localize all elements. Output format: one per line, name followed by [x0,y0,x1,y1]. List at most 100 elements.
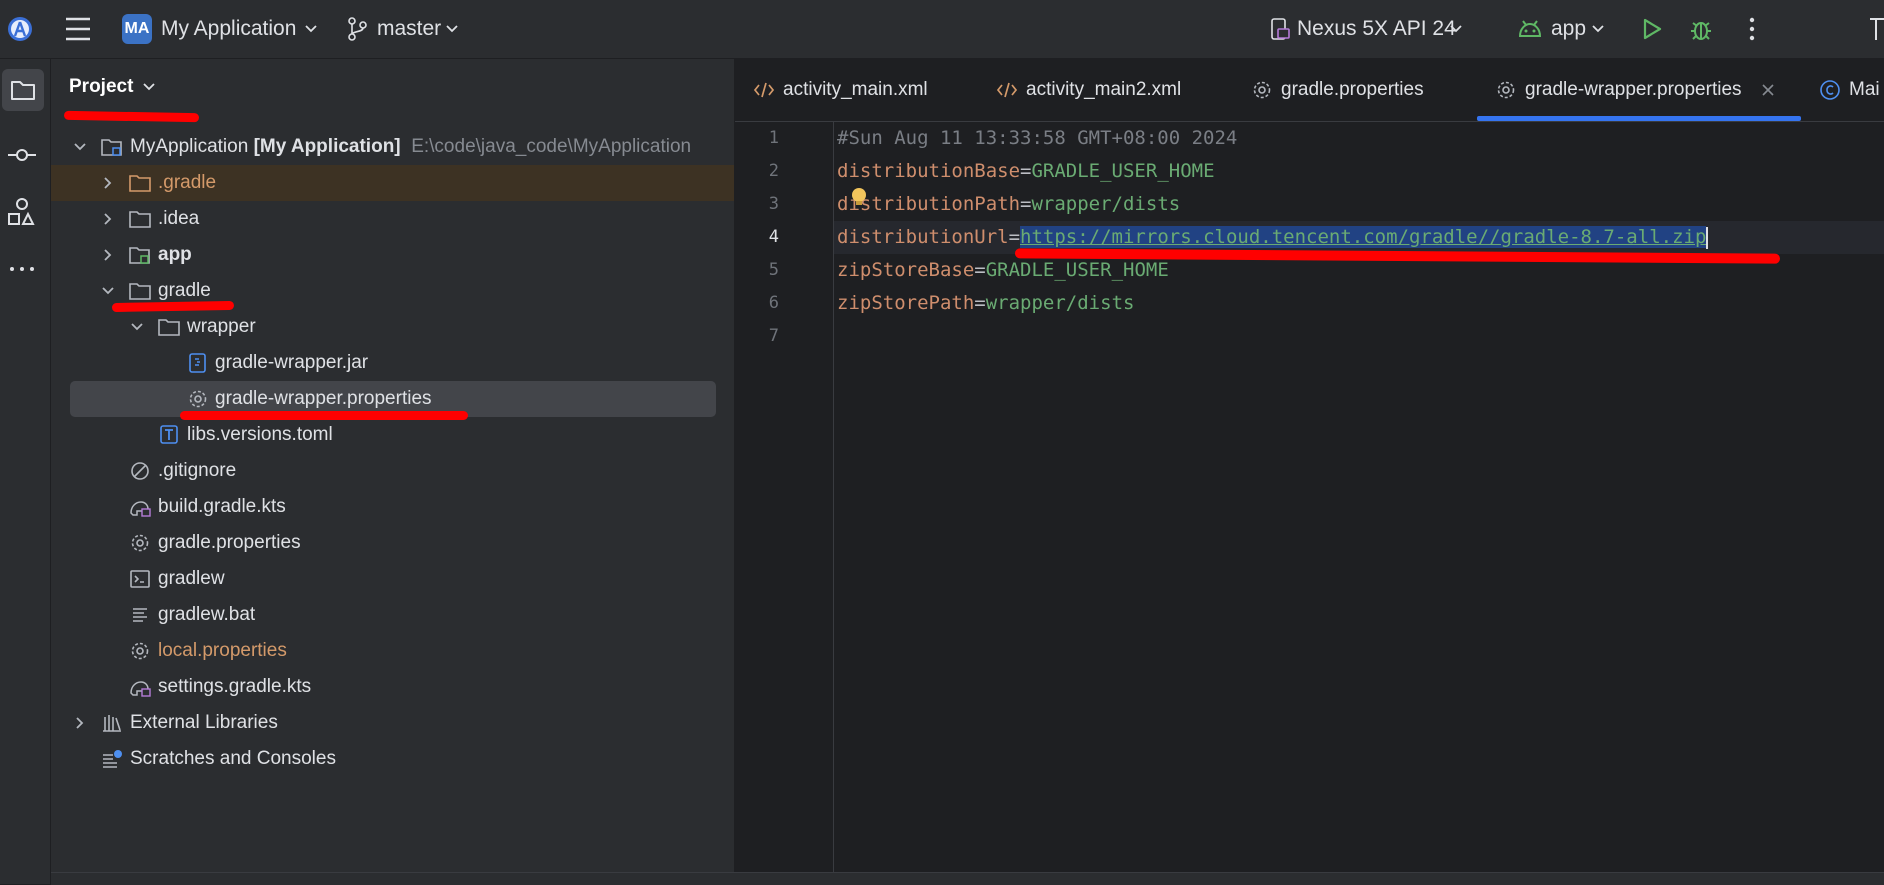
tree-label: .idea [158,208,200,229]
property-value-url[interactable]: https://mirrors.cloud.tencent.com/gradle… [1020,226,1707,248]
project-name-dropdown[interactable]: My Application [161,0,296,58]
tree-root-path: E:\code\java_code\MyApplication [411,136,692,157]
tree-row-build-gradle[interactable]: build.gradle.kts [51,489,734,525]
window-control-icon[interactable] [1866,16,1884,42]
chevron-right-icon[interactable] [101,176,115,190]
editor-tab-bar: activity_main.xml activity_main2.xml gra… [735,59,1884,122]
tab-label: activity_main2.xml [1026,79,1182,100]
tree-row-idea[interactable]: .idea [51,201,734,237]
gear-icon [1495,80,1517,100]
resource-manager-icon[interactable] [6,196,38,228]
tree-row-gradle-properties[interactable]: gradle.properties [51,525,734,561]
line-number: 3 [768,194,779,214]
tab-gradle-wrapper-properties[interactable]: gradle-wrapper.properties [1495,59,1775,121]
tab-gradle-properties[interactable]: gradle.properties [1251,59,1424,121]
jar-file-icon [187,353,209,373]
chevron-down-icon [1449,22,1463,36]
tab-label: Mai [1849,79,1880,100]
chevron-down-icon[interactable] [101,284,115,298]
tree-row-gradlew[interactable]: gradlew [51,561,734,597]
tree-label: libs.versions.toml [187,424,333,445]
chevron-down-icon [304,22,318,36]
chevron-down-icon [1591,22,1605,36]
branch-dropdown[interactable]: master [377,0,441,58]
chevron-down-icon[interactable] [130,320,144,334]
tree-label: local.properties [158,640,287,661]
toml-file-icon [158,425,180,445]
tree-row-wrapper-jar[interactable]: gradle-wrapper.jar [51,345,734,381]
tab-main[interactable]: Mai [1819,59,1880,121]
tree-row-wrapper[interactable]: wrapper [51,309,734,345]
line-number: 2 [768,161,779,181]
code-line[interactable]: distributionPath=wrapper/dists [837,188,1180,221]
property-value: GRADLE_USER_HOME [985,259,1169,281]
tree-row-libs-toml[interactable]: libs.versions.toml [51,417,734,453]
project-view-title[interactable]: Project [69,72,133,102]
tree-label: app [158,244,192,265]
line-number: 6 [768,293,779,313]
chevron-down-icon[interactable] [142,80,156,94]
tree-row-scratches[interactable]: Scratches and Consoles [51,741,734,777]
tab-label: gradle-wrapper.properties [1525,79,1742,100]
property-key: distributionBase [837,160,1021,182]
property-value: wrapper/dists [1031,193,1181,215]
code-line[interactable]: distributionBase=GRADLE_USER_HOME [837,155,1215,188]
code-line[interactable]: distributionUrl=https://mirrors.cloud.te… [837,221,1709,254]
chevron-right-icon[interactable] [101,212,115,226]
module-folder-icon [101,137,123,157]
run-config-selector[interactable]: app [1551,0,1586,58]
tree-label: gradlew.bat [158,604,256,625]
tree-row-gitignore[interactable]: .gitignore [51,453,734,489]
project-tool-button[interactable] [2,69,44,111]
property-key: distributionUrl [837,226,1009,248]
tree-label: gradle-wrapper.jar [215,352,369,373]
tab-activity-main[interactable]: activity_main.xml [753,59,928,121]
xml-icon [753,81,775,99]
more-vertical-icon[interactable] [1748,17,1756,41]
project-badge[interactable]: MA [122,14,152,44]
tree-row-gradlew-bat[interactable]: gradlew.bat [51,597,734,633]
chevron-right-icon[interactable] [101,248,115,262]
code-line[interactable]: zipStorePath=wrapper/dists [837,287,1134,320]
run-icon[interactable] [1640,17,1664,41]
property-key: zipStoreBase [837,259,975,281]
class-icon [1819,79,1841,101]
android-icon [1517,18,1543,40]
tree-label: gradle.properties [158,532,301,553]
main-menu-icon[interactable] [64,16,92,42]
tree-label: wrapper [187,316,256,337]
tree-root-name: MyApplication [130,136,249,157]
tree-label: settings.gradle.kts [158,676,312,697]
folder-icon [129,209,151,229]
tree-label: .gitignore [158,460,237,481]
tree-row-app[interactable]: app [51,237,734,273]
terminal-file-icon [129,569,151,589]
tree-row-dot-gradle[interactable]: .gradle [51,165,734,201]
tree-row-settings-gradle[interactable]: settings.gradle.kts [51,669,734,705]
more-horizontal-icon[interactable] [6,253,38,285]
line-number-gutter: 1 2 3 4 5 6 7 [735,122,834,872]
commit-icon[interactable] [6,139,38,171]
chevron-down-icon[interactable] [73,140,87,154]
device-selector[interactable]: Nexus 5X API 24 [1297,0,1456,58]
tree-row-external-libraries[interactable]: External Libraries [51,705,734,741]
chevron-right-icon[interactable] [73,716,87,730]
scratches-icon [101,749,123,769]
gear-icon [187,389,209,409]
device-icon [1269,17,1291,41]
tree-row-local-properties[interactable]: local.properties [51,633,734,669]
xml-icon [996,81,1018,99]
close-icon[interactable] [1761,83,1775,97]
tree-row-root[interactable]: MyApplication [My Application] E:\code\j… [51,129,734,165]
android-studio-logo-icon [6,15,34,43]
line-number: 5 [768,260,779,280]
tree-root-module: [My Application] [253,136,401,157]
tab-label: gradle.properties [1281,79,1424,100]
debug-icon[interactable] [1688,16,1714,42]
tab-activity-main2[interactable]: activity_main2.xml [996,59,1181,121]
lightbulb-icon[interactable] [850,187,868,207]
line-number: 7 [768,326,779,346]
code-line-comment[interactable]: #Sun Aug 11 13:33:58 GMT+08:00 2024 [837,122,1237,155]
line-number: 4 [768,227,779,247]
active-tab-indicator [1477,116,1801,121]
